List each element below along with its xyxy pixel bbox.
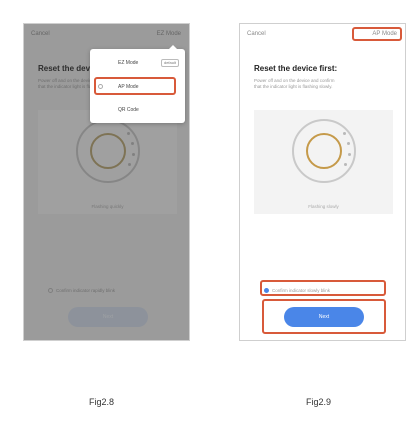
- menu-item-label: QR Code: [118, 107, 139, 113]
- highlight-box: [94, 77, 176, 95]
- page-title: Reset the device first:: [254, 64, 338, 73]
- cancel-button[interactable]: Cancel: [247, 31, 266, 37]
- instruction-line-2: that the indicator light is flashing slo…: [254, 84, 333, 89]
- highlight-box: [260, 280, 386, 296]
- indicator-dot: [344, 163, 347, 166]
- app-screen-ap-mode: Cancel AP Mode Reset the device first: P…: [239, 23, 406, 341]
- figure-caption-2: Fig2.9: [306, 397, 332, 407]
- highlight-box: [262, 299, 386, 334]
- menu-item-qr-code[interactable]: QR Code: [90, 102, 185, 118]
- highlight-box: [352, 27, 402, 41]
- menu-item-ez-mode[interactable]: EZ Mode default: [90, 55, 185, 71]
- device-illustration: Flashing slowly: [254, 110, 393, 214]
- indicator-dot: [348, 153, 351, 156]
- menu-item-label: EZ Mode: [118, 60, 139, 66]
- illustration-caption: Flashing slowly: [308, 204, 339, 209]
- indicator-dot: [343, 132, 346, 135]
- mode-menu: EZ Mode default AP Mode QR Code: [90, 45, 185, 123]
- figure-caption-1: Fig2.8: [89, 397, 115, 407]
- default-badge: default: [160, 59, 179, 67]
- app-screen-ez-mode: Cancel EZ Mode Reset the device first: P…: [23, 23, 190, 341]
- thermostat-dial: [306, 133, 342, 169]
- indicator-dot: [347, 142, 350, 145]
